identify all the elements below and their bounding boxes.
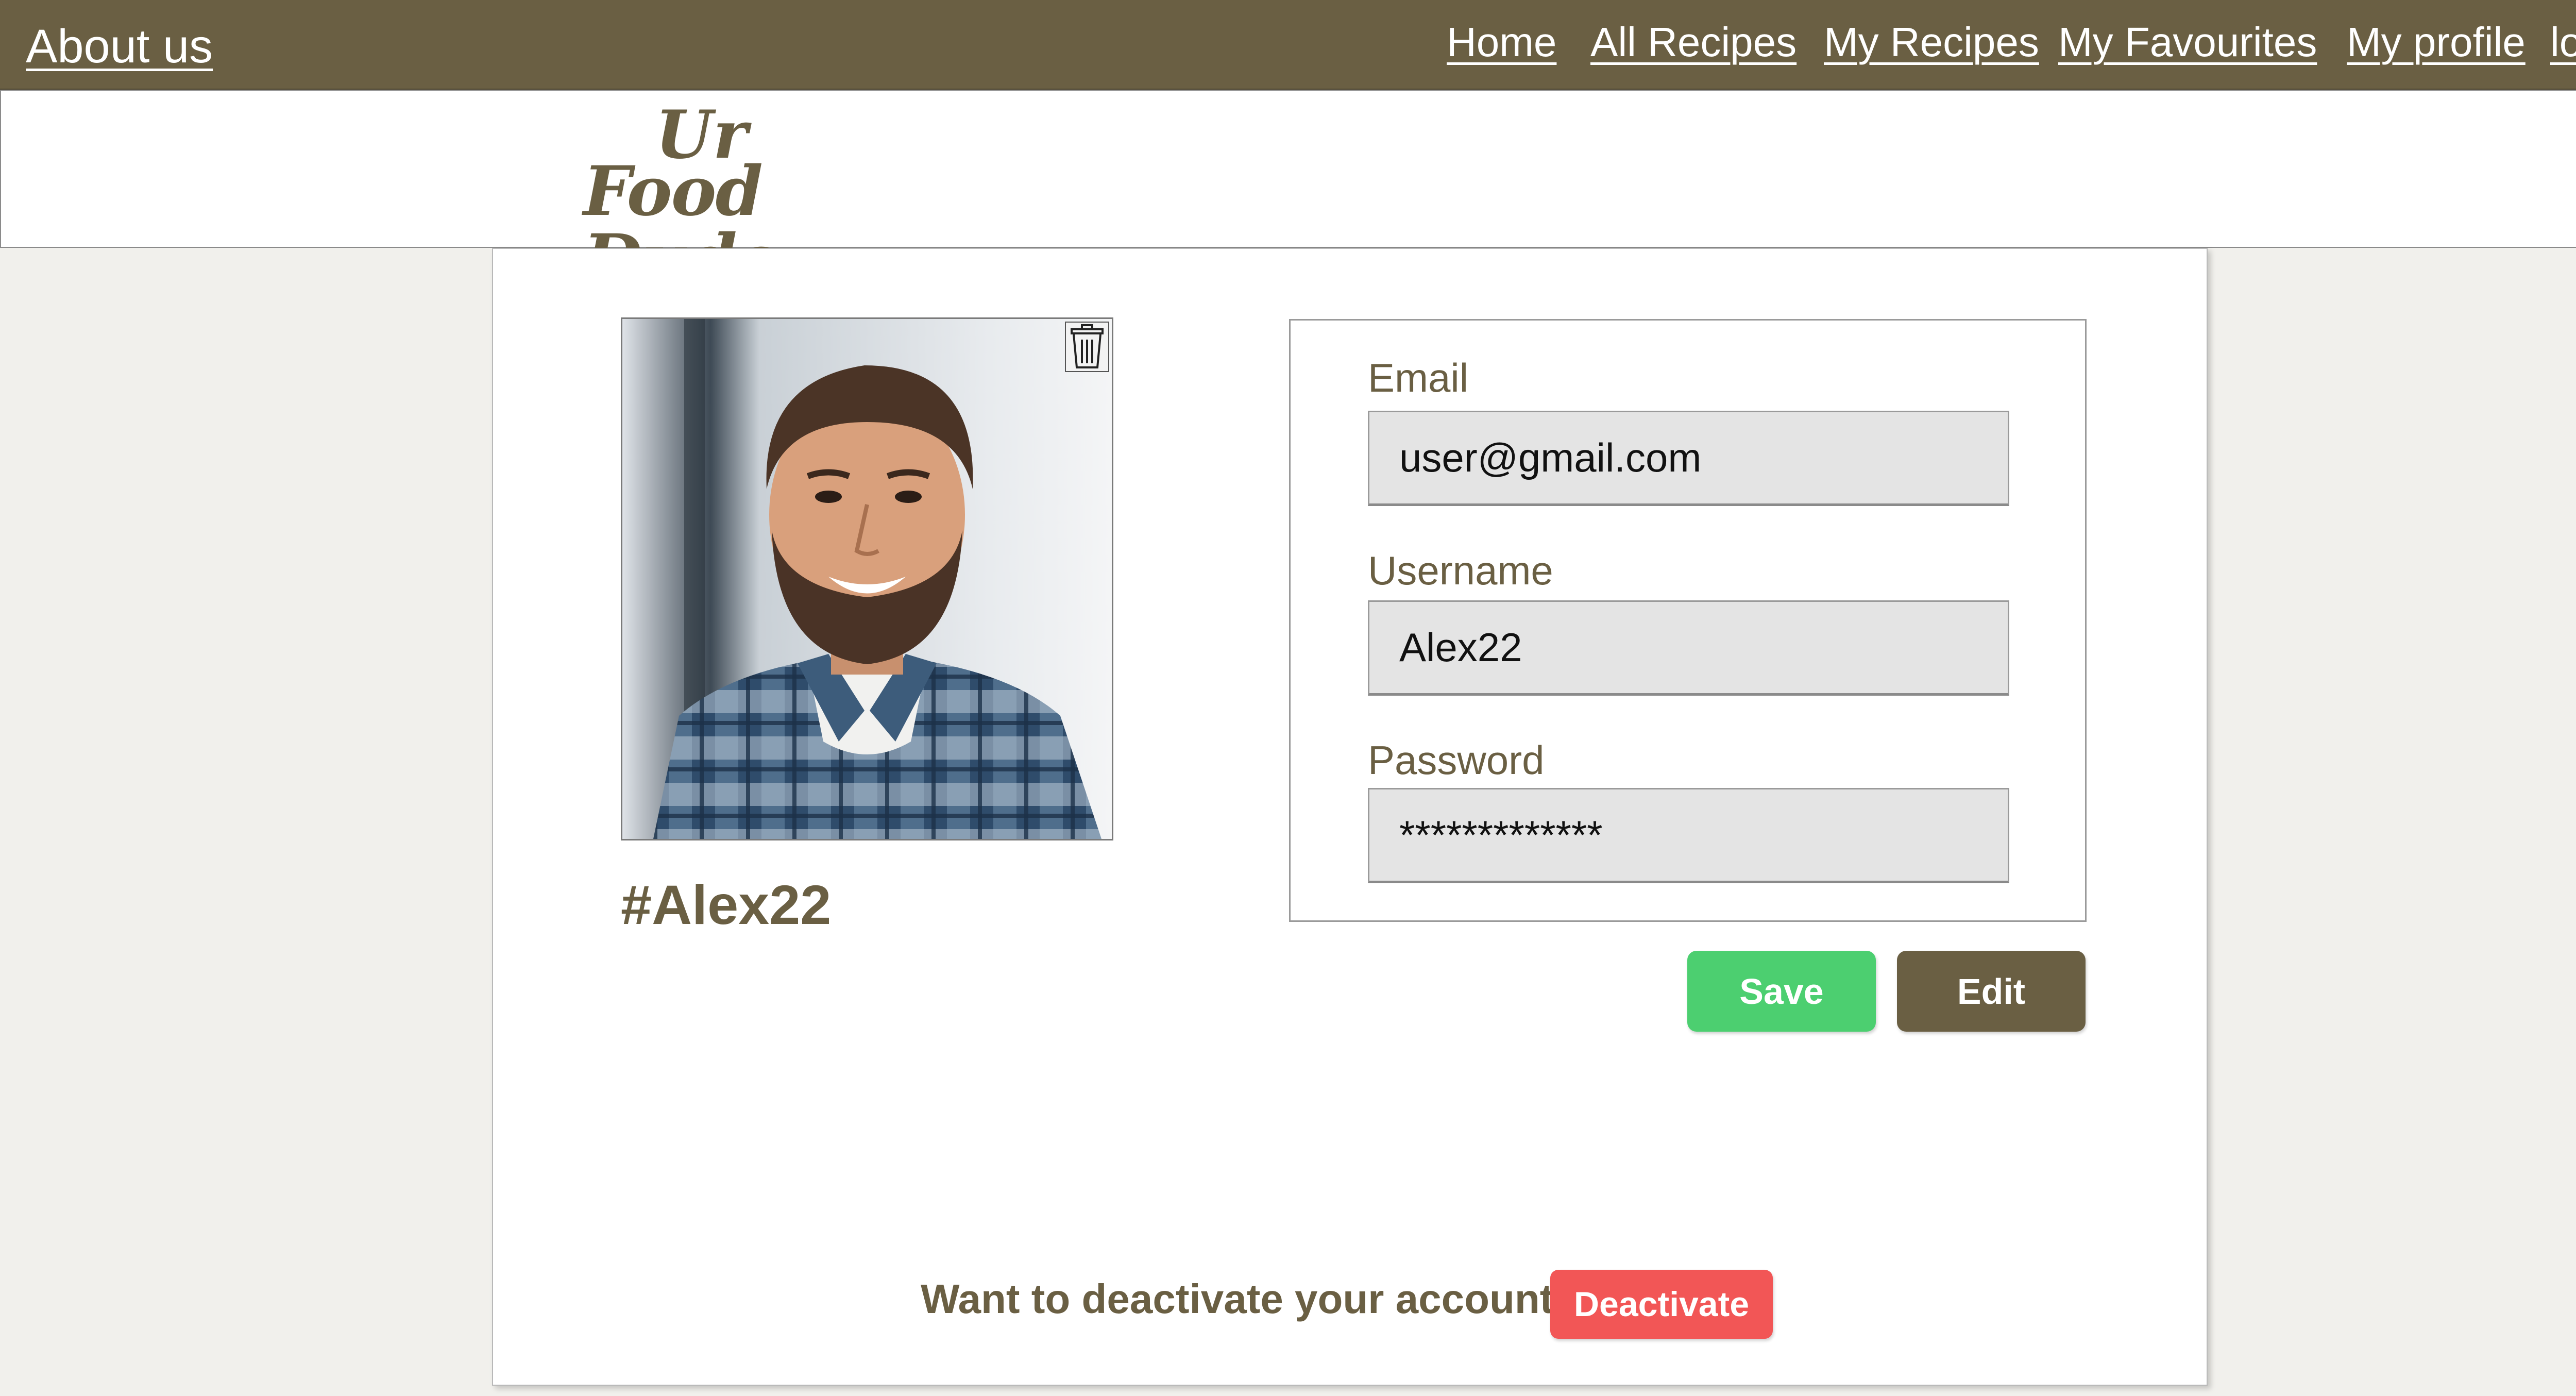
- avatar: [621, 317, 1113, 840]
- avatar-photo: [622, 319, 1112, 839]
- top-nav-bar: About us Home All Recipes My Recipes My …: [0, 0, 2576, 90]
- nav-all-recipes-link[interactable]: All Recipes: [1590, 19, 1797, 66]
- nav-log-out-link[interactable]: log out: [2550, 19, 2576, 66]
- deactivate-prompt: Want to deactivate your account?: [921, 1276, 1579, 1322]
- save-button[interactable]: Save: [1687, 951, 1876, 1032]
- password-label: Password: [1368, 737, 1545, 783]
- email-field[interactable]: [1368, 411, 2009, 506]
- deactivate-button[interactable]: Deactivate: [1550, 1270, 1773, 1339]
- username-field[interactable]: [1368, 600, 2009, 696]
- nav-home-link[interactable]: Home: [1447, 19, 1556, 66]
- password-field[interactable]: [1368, 788, 2009, 883]
- nav-my-profile-link[interactable]: My profile: [2347, 19, 2526, 66]
- edit-button[interactable]: Edit: [1897, 951, 2086, 1032]
- username-label: Username: [1368, 548, 1553, 593]
- profile-card: #Alex22 Email Username Password Save Edi…: [492, 248, 2208, 1386]
- about-us-link[interactable]: About us: [26, 20, 213, 74]
- profile-handle: #Alex22: [621, 873, 832, 936]
- email-label: Email: [1368, 355, 1469, 400]
- nav-my-recipes-link[interactable]: My Recipes: [1824, 19, 2039, 66]
- logo-band: Ur Food Dude: [0, 90, 2576, 294]
- nav-my-favourites-link[interactable]: My Favourites: [2058, 19, 2317, 66]
- delete-photo-trash-icon[interactable]: [1064, 321, 1110, 373]
- account-form: Email Username Password: [1289, 319, 2087, 922]
- site-logo[interactable]: Ur Food Dude: [583, 102, 861, 294]
